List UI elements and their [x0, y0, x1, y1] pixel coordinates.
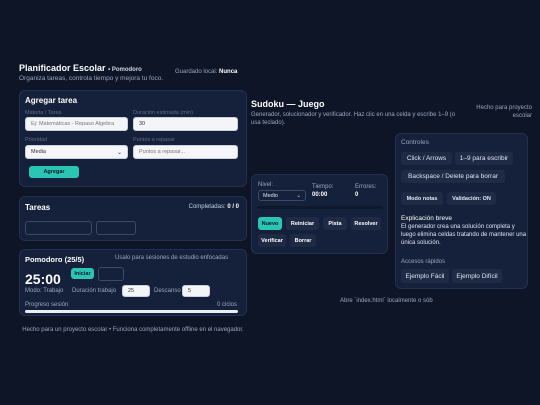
solve-button[interactable]: Resolver — [351, 217, 381, 230]
controls-heading: Controles — [401, 139, 429, 146]
points-input[interactable]: Puntos a repasar... — [133, 145, 238, 159]
task-filter-input[interactable] — [25, 221, 92, 235]
add-task-panel: Agregar tarea Materia / Tarea Ej: Matemá… — [19, 90, 247, 187]
priority-select[interactable]: Media ⌄ — [25, 145, 128, 159]
new-game-button[interactable]: Nuevo — [258, 217, 282, 230]
rest-duration-input[interactable]: 5 — [182, 285, 210, 297]
level-select[interactable]: Medio ⌄ — [258, 190, 306, 201]
restart-button[interactable]: Reiniciar — [286, 217, 319, 230]
sudoku-title: Sudoku — Juego — [251, 99, 325, 109]
footer-text: Hecho para un proyecto escolar • Funcion… — [22, 327, 244, 333]
pomodoro-reset-button[interactable] — [98, 267, 124, 281]
backspace-hint: Backspace / Delete para borrar — [401, 170, 505, 183]
level-label: Nivel: — [258, 182, 274, 188]
pomodoro-start-button[interactable]: Iniciar — [71, 268, 94, 279]
pomodoro-mode: Modo: Trabajo — [25, 288, 64, 294]
time-label: Tiempo: — [312, 184, 334, 190]
time-value: 00:00 — [312, 192, 328, 198]
example-hard-button[interactable]: Ejemplo Difícil — [452, 269, 502, 283]
duration-label: Duración estimada (min) — [133, 110, 193, 116]
chevron-down-icon: ⌄ — [296, 192, 301, 199]
planner-subtitle-tag: • Pomodoro — [108, 67, 142, 73]
subject-label: Materia / Tarea — [25, 110, 62, 116]
click-arrows-hint: Click / Arrows — [401, 152, 452, 165]
progress-bar — [25, 310, 238, 313]
points-label: Puntos a repasar — [133, 137, 175, 143]
verify-button[interactable]: Verificar — [258, 234, 286, 247]
pomodoro-note: Usalo para sesiones de estudio enfocadas — [115, 255, 229, 261]
write-hint: 1–9 para escribir — [455, 152, 513, 165]
notes-mode-toggle[interactable]: Modo notas — [401, 192, 443, 205]
made-for-note: Hecho para proyecto escolar — [476, 105, 532, 119]
shortcuts-heading: Accesos rápidos — [401, 259, 446, 265]
validation-toggle[interactable]: Validación: ON — [447, 192, 496, 205]
explanation-text: El generador crea una solución completa … — [401, 224, 527, 246]
tasks-panel: Tareas Completadas: 0 / 0 — [19, 196, 247, 241]
errors-value: 0 — [355, 192, 359, 198]
clear-button[interactable]: Borrar — [290, 234, 316, 247]
chevron-down-icon: ⌄ — [116, 149, 122, 156]
hint-button[interactable]: Pista — [323, 217, 347, 230]
priority-label: Prioridad — [25, 137, 48, 143]
progress-label: Progreso sesión — [25, 302, 69, 308]
subject-input[interactable]: Ej: Matemáticas - Repaso Algebra — [25, 117, 128, 131]
tasks-heading: Tareas — [25, 203, 51, 212]
work-duration-input[interactable]: 25 — [122, 285, 150, 297]
example-easy-button[interactable]: Ejemplo Fácil — [401, 269, 449, 283]
task-filter-select[interactable] — [96, 221, 136, 235]
planner-title: Planificador Escolar — [19, 63, 106, 73]
controls-panel: Controles Click / Arrows 1–9 para escrib… — [395, 133, 528, 289]
saved-status: Guardado local: Nunca — [175, 69, 238, 75]
errors-label: Errores: — [355, 184, 377, 190]
sudoku-panel: Nivel: Medio ⌄ Tiempo: 00:00 Errores: 0 … — [251, 174, 388, 254]
pomodoro-panel: Pomodoro (25/5) Usalo para sesiones de e… — [19, 249, 247, 316]
add-task-button[interactable]: Agregar — [29, 166, 79, 178]
planner-tagline: Organiza tareas, controla tiempo y mejor… — [19, 75, 164, 82]
sudoku-description: Generador, solucionador y verificador. H… — [251, 112, 456, 126]
pomodoro-time: 25:00 — [25, 271, 61, 287]
rest-label: Descanso — [154, 288, 181, 294]
add-task-heading: Agregar tarea — [25, 96, 78, 105]
duration-input[interactable]: 30 — [133, 117, 238, 131]
work-label: Duración trabajo — [72, 288, 117, 294]
sudoku-divider — [258, 206, 383, 209]
cycles-count: 0 ciclos — [216, 302, 237, 308]
open-locally-note: Abre `index.html` localmente o sób — [340, 298, 433, 304]
pomodoro-heading: Pomodoro (25/5) — [25, 255, 85, 264]
explanation-heading: Explicación breve — [401, 215, 452, 222]
tasks-completed: Completadas: 0 / 0 — [188, 204, 239, 210]
